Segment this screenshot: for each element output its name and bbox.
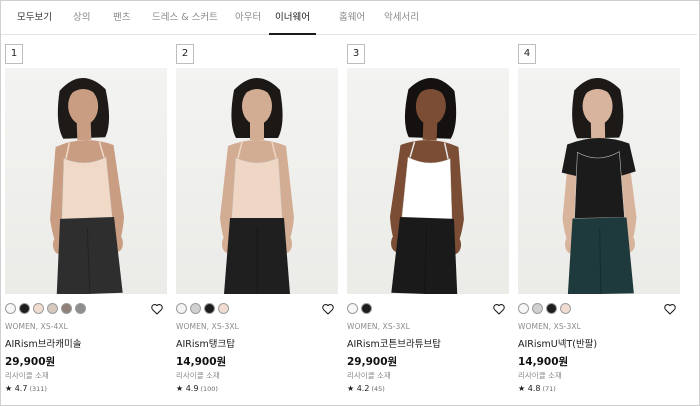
rating-value: 4.8 (527, 384, 541, 393)
product-card: 4 WOMEN, XS-3XL AIRismU넥T(반팔) 14,900원 리사… (518, 44, 680, 399)
color-swatch[interactable] (347, 303, 358, 314)
product-rating: ★ 4.9 (100) (176, 384, 218, 393)
tab-accessories[interactable]: 악세서리 (384, 1, 419, 34)
review-count: (311) (29, 385, 47, 393)
color-swatch[interactable] (5, 303, 16, 314)
star-icon: ★ (176, 384, 184, 393)
color-swatch[interactable] (546, 303, 557, 314)
material-note: 리사이클 소재 (347, 371, 391, 380)
color-swatch[interactable] (61, 303, 72, 314)
product-name[interactable]: AIRism탱크탑 (176, 336, 235, 350)
product-rating: ★ 4.8 (71) (518, 384, 556, 393)
review-count: (71) (542, 385, 556, 393)
product-card: 1 WOMEN, XS-4XL AIRism브라캐미솔 29,900원 리사이클… (5, 44, 167, 399)
color-swatch[interactable] (518, 303, 529, 314)
product-image[interactable] (347, 68, 509, 294)
model-illustration (50, 78, 125, 294)
product-meta: WOMEN, XS-3XL (347, 322, 410, 331)
product-image[interactable] (176, 68, 338, 294)
product-card: 2 WOMEN, XS-3XL AIRism탱크탑 14,900원 리사이클 소… (176, 44, 338, 399)
tab-all[interactable]: 모두보기 (17, 1, 52, 34)
product-image[interactable] (518, 68, 680, 294)
rank-badge: 4 (518, 44, 536, 64)
model-illustration (561, 78, 637, 294)
heart-outline-icon[interactable] (321, 301, 335, 315)
heart-outline-icon[interactable] (492, 301, 506, 315)
review-count: (45) (371, 385, 385, 393)
tab-dresses-skirts[interactable]: 드레스 & 스커트 (152, 1, 218, 34)
rating-value: 4.7 (14, 384, 28, 393)
color-swatch[interactable] (47, 303, 58, 314)
rank-badge: 1 (5, 44, 23, 64)
product-meta: WOMEN, XS-3XL (176, 322, 239, 331)
heart-outline-icon[interactable] (150, 301, 164, 315)
product-rating: ★ 4.7 (311) (5, 384, 47, 393)
model-illustration (389, 78, 464, 294)
product-rating: ★ 4.2 (45) (347, 384, 385, 393)
star-icon: ★ (347, 384, 355, 393)
color-swatch[interactable] (75, 303, 86, 314)
review-count: (100) (200, 385, 218, 393)
heart-outline-icon[interactable] (663, 301, 677, 315)
material-note: 리사이클 소재 (5, 371, 49, 380)
tab-tops[interactable]: 상의 (73, 1, 90, 34)
color-swatch[interactable] (532, 303, 543, 314)
product-image[interactable] (5, 68, 167, 294)
product-name[interactable]: AIRism코튼브라튜브탑 (347, 336, 441, 350)
rating-value: 4.2 (356, 384, 370, 393)
tab-pants[interactable]: 팬츠 (113, 1, 130, 34)
tab-innerwear[interactable]: 이너웨어 (269, 1, 316, 35)
rank-badge: 2 (176, 44, 194, 64)
color-swatch[interactable] (33, 303, 44, 314)
material-note: 리사이클 소재 (518, 371, 562, 380)
star-icon: ★ (5, 384, 13, 393)
product-name[interactable]: AIRismU넥T(반팔) (518, 336, 597, 350)
category-tabs: 모두보기 상의 팬츠 드레스 & 스커트 아우터 이너웨어 홈웨어 악세서리 (1, 1, 697, 35)
product-price: 14,900원 (176, 356, 227, 368)
product-price: 29,900원 (347, 356, 398, 368)
model-illustration (220, 78, 294, 294)
product-meta: WOMEN, XS-4XL (5, 322, 68, 331)
color-swatch[interactable] (19, 303, 30, 314)
product-price: 29,900원 (5, 356, 56, 368)
color-swatch[interactable] (190, 303, 201, 314)
product-price: 14,900원 (518, 356, 569, 368)
material-note: 리사이클 소재 (176, 371, 220, 380)
color-swatch[interactable] (176, 303, 187, 314)
tab-outerwear[interactable]: 아우터 (235, 1, 261, 34)
product-name[interactable]: AIRism브라캐미솔 (5, 336, 81, 350)
rank-badge: 3 (347, 44, 365, 64)
color-swatch[interactable] (361, 303, 372, 314)
color-swatch[interactable] (560, 303, 571, 314)
product-meta: WOMEN, XS-3XL (518, 322, 581, 331)
rating-value: 4.9 (185, 384, 199, 393)
color-swatch[interactable] (218, 303, 229, 314)
color-swatch[interactable] (204, 303, 215, 314)
star-icon: ★ (518, 384, 526, 393)
product-card: 3 WOMEN, XS-3XL AIRism코튼브라튜브탑 29,900원 리사… (347, 44, 509, 399)
tab-homewear[interactable]: 홈웨어 (339, 1, 365, 34)
